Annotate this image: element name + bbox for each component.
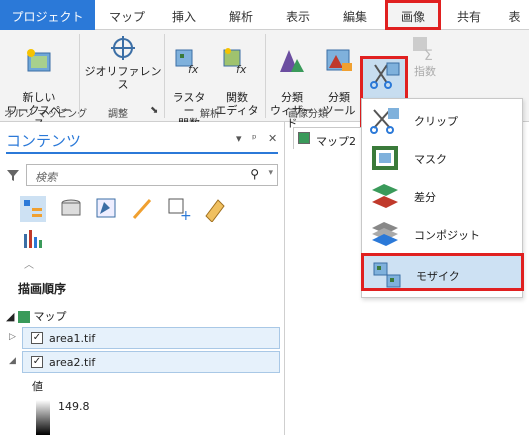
new-workspace-icon: [27, 49, 51, 72]
svg-text:+: +: [180, 208, 192, 222]
group-label-adjust: 調整: [108, 109, 128, 120]
georeference-label: ジオリファレンス: [84, 65, 162, 91]
menu-item-label: マスク: [414, 153, 447, 166]
processing-icon: [370, 62, 400, 89]
menu-item-composite[interactable]: コンポジット: [362, 215, 522, 253]
search-placeholder: 検索: [35, 171, 57, 184]
selection-icon[interactable]: [94, 196, 120, 222]
tab-more[interactable]: 表: [500, 0, 529, 30]
data-source-icon[interactable]: [58, 196, 84, 222]
processing-menu: クリップ マスク 差分 コンポジット モザイク: [361, 98, 524, 298]
tab-share[interactable]: 共有: [449, 0, 489, 30]
map-icon: [17, 311, 30, 323]
map-view-tab-label: マップ2: [316, 135, 356, 148]
snapping-icon[interactable]: +: [166, 196, 192, 222]
draw-order-heading: 描画順序: [18, 282, 67, 296]
title-underline: [6, 152, 278, 154]
svg-text:fx: fx: [236, 63, 247, 75]
georeference-button[interactable]: ジオリファレンス: [84, 34, 162, 91]
legend-gradient: [36, 400, 50, 435]
menu-item-difference[interactable]: 差分: [362, 177, 522, 215]
legend-value-label: 値: [32, 380, 43, 393]
georeference-icon: [111, 36, 135, 60]
group-label-ortho: オルソ マッピング: [4, 109, 88, 120]
classify-tools-icon: [326, 49, 352, 71]
map-view-tab[interactable]: マップ2: [293, 127, 363, 149]
search-icon[interactable]: ⚲: [250, 167, 259, 181]
menu-item-label: コンポジット: [414, 229, 480, 242]
clip-icon: [370, 108, 399, 134]
layer-row[interactable]: ◢ ✓ area2.tif: [9, 351, 280, 373]
map-node-label: マップ: [33, 310, 67, 323]
map-node[interactable]: ◢ マップ: [6, 308, 66, 324]
pin-icon[interactable]: ᵖ: [252, 132, 257, 145]
composite-icon: [372, 222, 398, 246]
collapse-icon[interactable]: ︿: [24, 256, 34, 271]
menu-item-label: モザイク: [416, 270, 460, 283]
group-label-analysis: 解析: [200, 109, 220, 120]
draw-order-icon[interactable]: [20, 196, 46, 222]
tab-project[interactable]: プロジェクト: [0, 0, 95, 30]
ribbon-tab-bar: プロジェクト マップ 挿入 解析 表示 編集 画像 共有 表: [0, 0, 529, 30]
menu-item-mosaic[interactable]: モザイク: [361, 253, 524, 291]
filter-icon[interactable]: [6, 168, 20, 182]
layer-row[interactable]: ▷ ✓ area1.tif: [9, 327, 280, 349]
pane-menu-icon[interactable]: ▾: [236, 132, 242, 145]
tab-edit[interactable]: 編集: [333, 0, 377, 30]
layer-name: area1.tif: [49, 332, 96, 345]
group-divider: [164, 34, 165, 118]
svg-text:Σ: Σ: [424, 48, 433, 62]
search-input[interactable]: 検索 ⚲ ▾: [26, 164, 278, 186]
legend-max-value: 149.8: [58, 400, 90, 413]
indices-button: Σ 指数: [410, 34, 440, 78]
mask-icon: [372, 146, 398, 170]
chevron-down-icon[interactable]: ▾: [268, 168, 273, 178]
menu-item-label: クリップ: [414, 115, 458, 128]
editing-icon[interactable]: [130, 196, 156, 222]
tab-view[interactable]: 表示: [276, 0, 320, 30]
close-icon[interactable]: ✕: [268, 132, 277, 145]
indices-label: 指数: [414, 65, 436, 78]
layer-visibility-checkbox[interactable]: ✓: [31, 332, 43, 344]
layer-visibility-checkbox[interactable]: ✓: [31, 356, 43, 368]
tab-analysis[interactable]: 解析: [219, 0, 263, 30]
mosaic-icon: [373, 262, 401, 288]
labeling-icon[interactable]: [200, 196, 226, 222]
contents-pane: コンテンツ ▾ ᵖ ✕ 検索 ⚲ ▾ + ︿ 描画順序 ◢ マップ ▷ ✓ ar…: [0, 122, 285, 435]
map-icon: [298, 132, 310, 144]
function-editor-icon: fx: [223, 48, 247, 75]
pane-title: コンテンツ: [6, 132, 82, 150]
difference-icon: [372, 184, 398, 208]
menu-item-label: 差分: [414, 191, 436, 204]
collapse-icon[interactable]: ◢: [9, 356, 16, 366]
indices-icon: Σ: [413, 37, 433, 62]
tab-map[interactable]: マップ: [105, 0, 149, 30]
menu-item-mask[interactable]: マスク: [362, 139, 522, 177]
charts-icon[interactable]: [20, 226, 46, 252]
group-label-classify: 画像分類: [288, 109, 328, 120]
svg-text:fx: fx: [188, 63, 199, 75]
tab-imagery[interactable]: 画像: [385, 0, 441, 30]
menu-item-clip[interactable]: クリップ: [362, 101, 522, 139]
group-divider: [265, 34, 266, 118]
raster-function-icon: fx: [175, 49, 199, 75]
expand-icon[interactable]: ▷: [9, 332, 16, 342]
tab-insert[interactable]: 挿入: [162, 0, 206, 30]
dialog-launcher-icon[interactable]: ⬊: [150, 105, 158, 116]
layer-name: area2.tif: [49, 356, 96, 369]
group-divider: [79, 34, 80, 118]
classify-wizard-icon: [280, 50, 304, 72]
